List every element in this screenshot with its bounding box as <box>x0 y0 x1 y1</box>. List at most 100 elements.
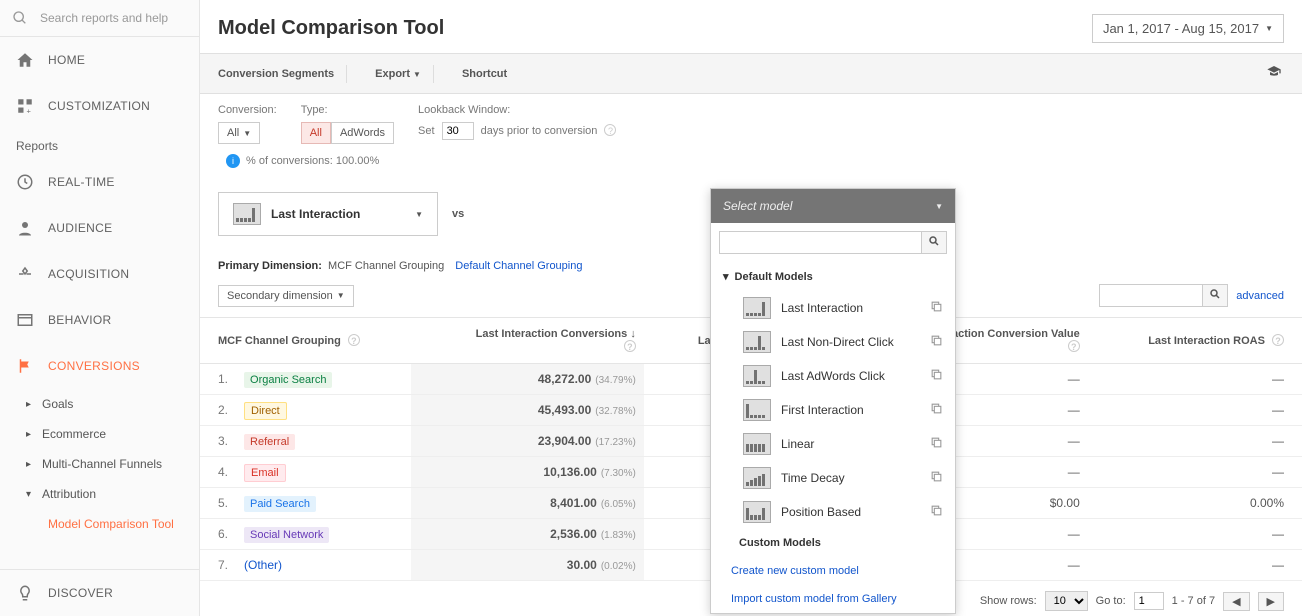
date-range-picker[interactable]: Jan 1, 2017 - Aug 15, 2017 ▼ <box>1092 14 1284 43</box>
conversions-cell: 2,536.00(1.83%) <box>411 519 644 550</box>
model-option[interactable]: Last Interaction <box>711 291 955 325</box>
row-number: 3. <box>200 426 236 457</box>
chevron-down-icon: ▼ <box>935 202 943 211</box>
model-option[interactable]: Position Based <box>711 495 955 529</box>
chevron-down-icon: ▼ <box>415 210 423 219</box>
vs-label: vs <box>452 208 464 220</box>
clock-icon <box>16 173 34 191</box>
shortcut-button[interactable]: Shortcut <box>454 64 515 84</box>
row-number: 4. <box>200 457 236 488</box>
nav-acquisition[interactable]: ACQUISITION <box>0 251 199 297</box>
sub-ecommerce[interactable]: ▸Ecommerce <box>0 419 199 449</box>
help-icon[interactable]: ? <box>1068 340 1080 352</box>
copy-icon[interactable] <box>930 368 943 384</box>
table-search-button[interactable] <box>1203 284 1228 307</box>
search-icon <box>12 10 28 26</box>
channel-cell[interactable]: (Other) <box>236 550 411 581</box>
model-option[interactable]: First Interaction <box>711 393 955 427</box>
conversion-select[interactable]: All ▼ <box>218 122 260 144</box>
copy-icon[interactable] <box>930 300 943 316</box>
custom-models-group[interactable]: Custom Models <box>711 529 955 557</box>
col-channel: MCF Channel Grouping <box>218 335 341 347</box>
education-icon[interactable] <box>1256 60 1292 87</box>
sub-attribution[interactable]: ▾Attribution <box>0 479 199 509</box>
help-icon[interactable]: ? <box>348 334 360 346</box>
channel-cell[interactable]: Referral <box>236 426 411 457</box>
channel-cell[interactable]: Direct <box>236 395 411 426</box>
chevron-down-icon: ▼ <box>337 291 345 300</box>
row-number: 5. <box>200 488 236 519</box>
goto-input[interactable] <box>1134 592 1164 610</box>
model-option-label: First Interaction <box>781 403 864 417</box>
import-custom-model-link[interactable]: Import custom model from Gallery <box>711 585 955 613</box>
channel-cell[interactable]: Email <box>236 457 411 488</box>
nav-home[interactable]: HOME <box>0 37 199 83</box>
model-search-input[interactable] <box>719 231 922 254</box>
help-icon[interactable]: ? <box>604 124 616 136</box>
chevron-down-icon: ▼ <box>243 129 251 138</box>
lightbulb-icon <box>16 584 34 602</box>
model-type-icon <box>743 399 771 421</box>
row-number: 1. <box>200 364 236 395</box>
conversions-cell: 8,401.00(6.05%) <box>411 488 644 519</box>
conversion-segments-button[interactable]: Conversion Segments <box>210 64 342 84</box>
col-conversions[interactable]: Last Interaction Conversions <box>476 328 628 340</box>
export-button[interactable]: Export ▼ <box>367 64 429 84</box>
roas-cell: — <box>1088 550 1302 581</box>
info-icon: i <box>226 154 240 168</box>
nav-behavior[interactable]: BEHAVIOR <box>0 297 199 343</box>
rows-select[interactable]: 10 <box>1045 591 1088 611</box>
default-channel-grouping-link[interactable]: Default Channel Grouping <box>455 260 582 272</box>
help-icon[interactable]: ? <box>624 340 636 352</box>
prev-button[interactable]: ◀ <box>1223 592 1249 611</box>
model-option[interactable]: Time Decay <box>711 461 955 495</box>
copy-icon[interactable] <box>930 436 943 452</box>
chevron-right-icon: ▸ <box>26 459 36 470</box>
row-number: 6. <box>200 519 236 550</box>
search-bar[interactable]: Search reports and help <box>0 0 199 37</box>
copy-icon[interactable] <box>930 402 943 418</box>
svg-text:+: + <box>27 107 32 116</box>
model-type-icon <box>743 297 771 319</box>
model-option[interactable]: Last AdWords Click <box>711 359 955 393</box>
roas-cell: — <box>1088 395 1302 426</box>
nav-customization[interactable]: + CUSTOMIZATION <box>0 83 199 129</box>
sub-goals[interactable]: ▸Goals <box>0 389 199 419</box>
help-icon[interactable]: ? <box>1272 334 1284 346</box>
copy-icon[interactable] <box>930 504 943 520</box>
conversion-pct-label: % of conversions: 100.00% <box>246 155 379 167</box>
sub-model-comparison[interactable]: Model Comparison Tool <box>0 509 199 539</box>
type-adwords-button[interactable]: AdWords <box>331 122 394 144</box>
channel-cell[interactable]: Organic Search <box>236 364 411 395</box>
copy-icon[interactable] <box>930 334 943 350</box>
lookback-input[interactable] <box>442 122 474 140</box>
create-custom-model-link[interactable]: Create new custom model <box>711 557 955 585</box>
type-all-button[interactable]: All <box>301 122 331 144</box>
model-option[interactable]: Linear <box>711 427 955 461</box>
sub-multichannel[interactable]: ▸Multi-Channel Funnels <box>0 449 199 479</box>
conversions-cell: 30.00(0.02%) <box>411 550 644 581</box>
nav-realtime[interactable]: REAL-TIME <box>0 159 199 205</box>
model-selector-primary[interactable]: Last Interaction ▼ <box>218 192 438 236</box>
row-number: 2. <box>200 395 236 426</box>
type-label: Type: <box>301 104 394 116</box>
flag-icon <box>16 357 34 375</box>
show-rows-label: Show rows: <box>980 595 1037 607</box>
primary-dimension-value[interactable]: MCF Channel Grouping <box>328 260 444 272</box>
default-models-group[interactable]: ▾Default Models <box>711 262 955 291</box>
model-option[interactable]: Last Non-Direct Click <box>711 325 955 359</box>
advanced-link[interactable]: advanced <box>1236 290 1284 302</box>
copy-icon[interactable] <box>930 470 943 486</box>
secondary-dimension-select[interactable]: Secondary dimension ▼ <box>218 285 354 307</box>
table-search-input[interactable] <box>1099 284 1203 307</box>
nav-conversions[interactable]: CONVERSIONS <box>0 343 199 389</box>
model-option-label: Position Based <box>781 505 861 519</box>
channel-cell[interactable]: Paid Search <box>236 488 411 519</box>
channel-cell[interactable]: Social Network <box>236 519 411 550</box>
col-roas[interactable]: Last Interaction ROAS <box>1148 335 1265 347</box>
next-button[interactable]: ▶ <box>1258 592 1284 611</box>
model-dropdown-header[interactable]: Select model ▼ <box>711 189 955 223</box>
model-search-button[interactable] <box>922 231 947 254</box>
nav-discover[interactable]: DISCOVER <box>0 570 199 616</box>
nav-audience[interactable]: AUDIENCE <box>0 205 199 251</box>
